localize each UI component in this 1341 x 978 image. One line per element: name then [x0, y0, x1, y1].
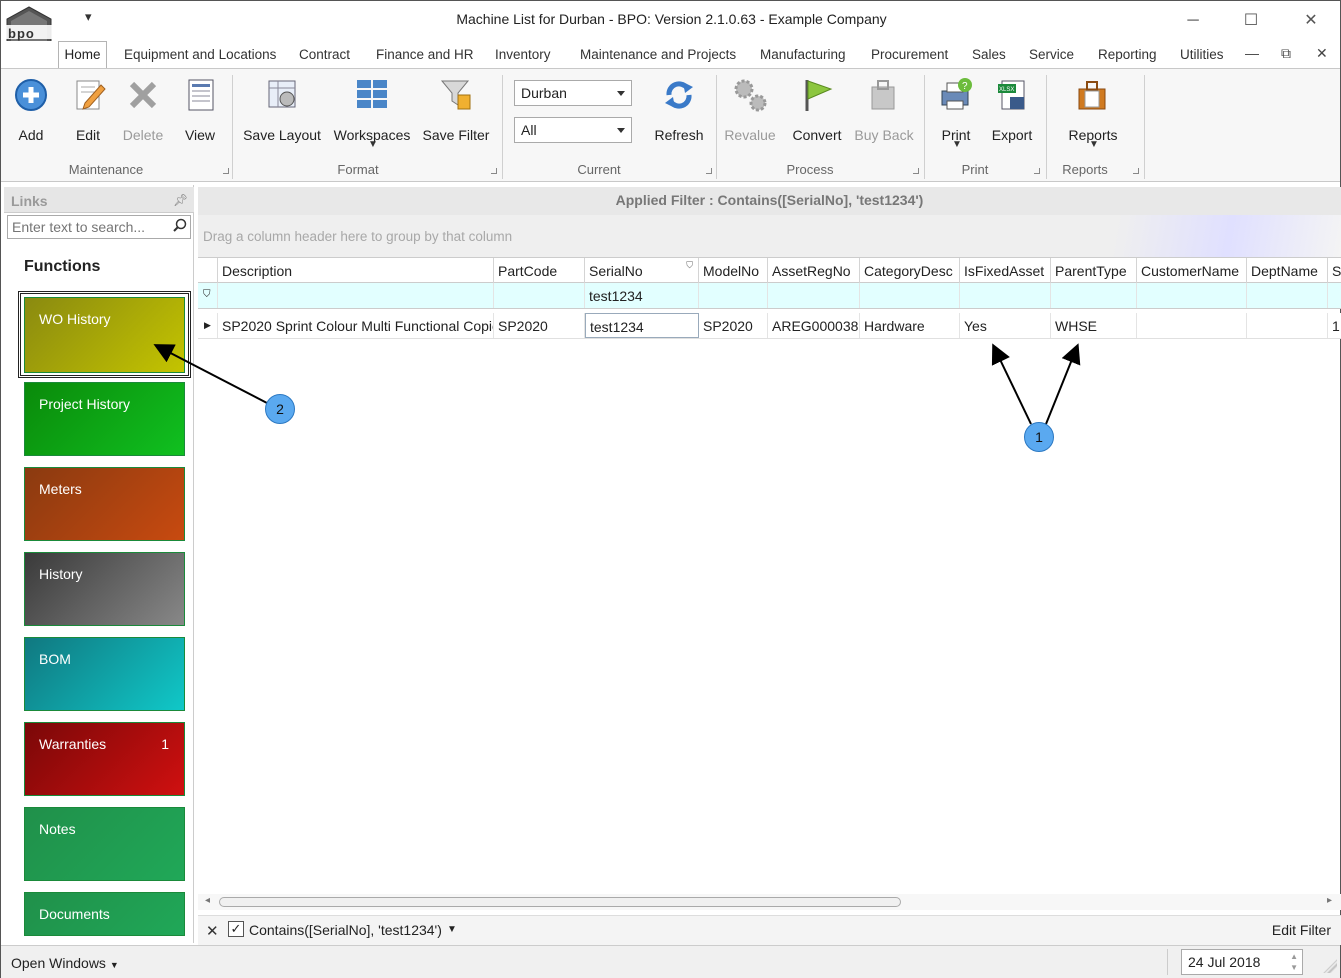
callout-1-arrow-right: [1045, 343, 1081, 425]
callout-2-arrow: [153, 344, 268, 404]
annotation-arrows: [153, 343, 1081, 425]
callout-2: 2: [265, 394, 295, 424]
callout-1-arrow-left: [991, 343, 1032, 425]
callout-1: 1: [1024, 422, 1054, 452]
